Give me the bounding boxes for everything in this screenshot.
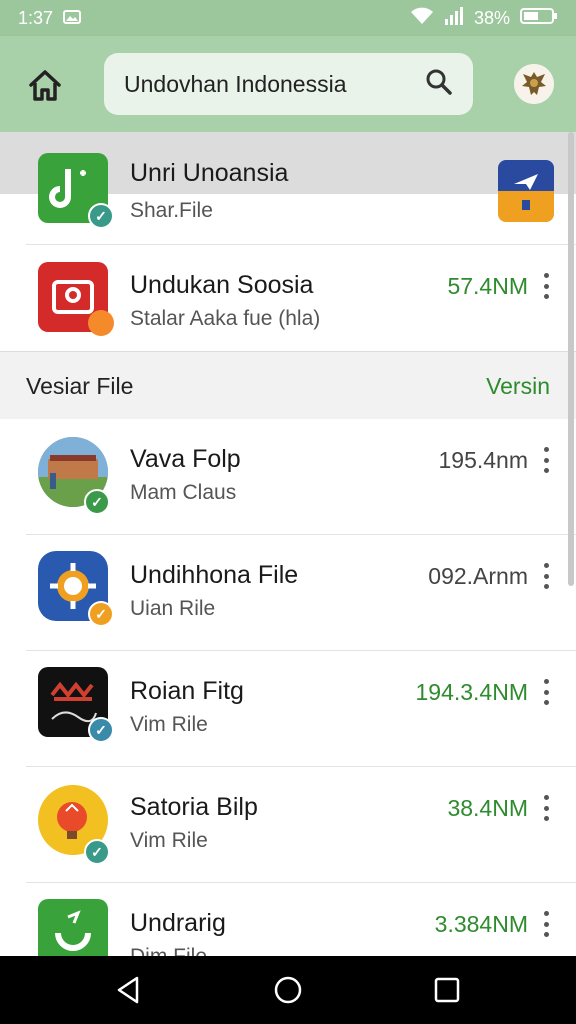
- more-options-icon[interactable]: [542, 447, 550, 473]
- list-item[interactable]: ✓ Satoria Bilp Vim Rile 38.4NM: [0, 767, 576, 883]
- home-button[interactable]: [26, 66, 64, 104]
- item-title: Roian Fitg: [130, 677, 244, 705]
- item-title: Undrarig: [130, 909, 226, 937]
- item-subtitle: Vim Rile: [130, 713, 208, 736]
- installed-check-icon: ✓: [88, 717, 114, 743]
- installed-check-icon: ✓: [84, 489, 110, 515]
- navigation-bar: [0, 956, 576, 1024]
- more-options-icon[interactable]: [542, 273, 550, 299]
- list-item[interactable]: Undukan Soosia Stalar Aaka fue (hla) 57.…: [0, 245, 576, 351]
- item-title: Unri Unoansia: [130, 159, 289, 187]
- section-title: Vesiar File: [26, 373, 134, 399]
- item-title: Undihhona File: [130, 561, 299, 589]
- status-time: 1:37: [18, 7, 54, 28]
- film-app-icon: ✓: [38, 667, 114, 743]
- item-subtitle: Uian Rile: [130, 597, 216, 620]
- settings-app-icon: ✓: [38, 551, 114, 627]
- store-app-icon: [38, 262, 114, 336]
- status-bar: 1:37 38%: [0, 0, 576, 36]
- more-options-icon[interactable]: [542, 679, 550, 705]
- item-size: 092.Arnm: [428, 563, 528, 589]
- battery-icon: [520, 7, 558, 30]
- update-dot-icon: [88, 310, 114, 336]
- back-icon: [117, 976, 139, 1004]
- more-options-icon[interactable]: [542, 563, 550, 589]
- send-app-icon[interactable]: [498, 160, 554, 222]
- item-size: 3.384NM: [434, 911, 528, 937]
- list-item[interactable]: ✓ Roian Fitg Vim Rile 194.3.4NM: [0, 651, 576, 767]
- image-icon: [63, 8, 82, 29]
- signal-icon: [444, 6, 464, 30]
- installed-check-icon: ✓: [84, 839, 110, 865]
- recents-icon: [434, 977, 460, 1003]
- item-subtitle: Mam Claus: [130, 481, 237, 504]
- profile-avatar[interactable]: [514, 64, 554, 104]
- battery-percent: 38%: [473, 7, 510, 28]
- item-subtitle: Dim File: [130, 945, 207, 956]
- item-size: 195.4nm: [438, 447, 528, 473]
- recents-button[interactable]: [431, 974, 463, 1006]
- home-outline-icon: [29, 70, 61, 101]
- wifi-icon: [410, 7, 434, 30]
- item-title: Vava Folp: [130, 445, 241, 473]
- item-title: Satoria Bilp: [130, 793, 258, 821]
- search-bar[interactable]: Undovhan Indonessia: [104, 53, 473, 115]
- list-item[interactable]: ✓ Undihhona File Uian Rile 092.Arnm: [0, 535, 576, 651]
- list-item[interactable]: ✓ Vava Folp Mam Claus 195.4nm: [0, 419, 576, 535]
- search-input[interactable]: Undovhan Indonessia: [124, 71, 425, 98]
- section-header: Vesiar File Versin: [0, 351, 576, 420]
- list-item[interactable]: Undrarig Dim File 3.384NM: [0, 883, 576, 956]
- item-subtitle: Shar.File: [130, 199, 213, 222]
- music-app-icon: ✓: [38, 153, 114, 229]
- scrollbar[interactable]: [568, 132, 574, 586]
- item-title: Undukan Soosia: [130, 271, 314, 299]
- installed-check-icon: ✓: [88, 203, 114, 229]
- home-icon: [274, 976, 302, 1004]
- eagle-emblem-icon: [514, 64, 554, 104]
- list-item[interactable]: ✓ Unri Unoansia Shar.File: [0, 132, 576, 245]
- item-subtitle: Stalar Aaka fue (hla): [130, 307, 321, 330]
- item-subtitle: Vim Rile: [130, 829, 208, 852]
- app-bar: Undovhan Indonessia: [0, 36, 576, 132]
- item-size: 194.3.4NM: [415, 679, 528, 705]
- search-icon[interactable]: [425, 68, 453, 101]
- item-size: 57.4NM: [447, 273, 528, 299]
- refresh-app-icon: [38, 899, 108, 956]
- more-options-icon[interactable]: [542, 795, 550, 821]
- installed-check-icon: ✓: [88, 601, 114, 627]
- back-button[interactable]: [113, 974, 145, 1006]
- section-link[interactable]: Versin: [486, 373, 550, 400]
- item-size: 38.4NM: [447, 795, 528, 821]
- home-nav-button[interactable]: [272, 974, 304, 1006]
- more-options-icon[interactable]: [542, 911, 550, 937]
